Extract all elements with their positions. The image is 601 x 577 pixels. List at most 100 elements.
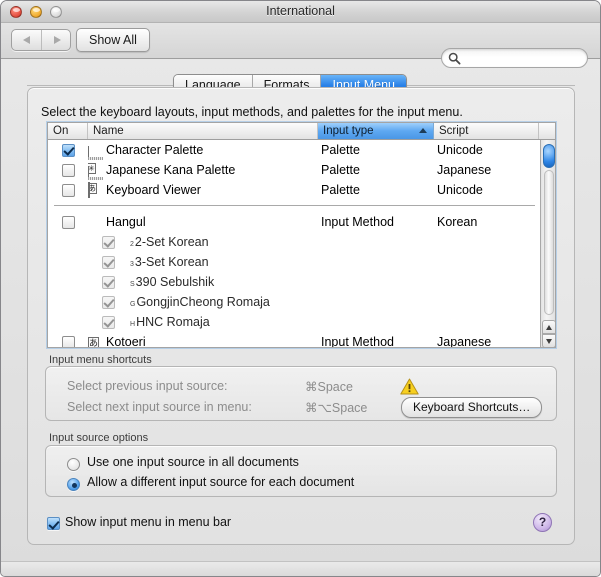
table-body: ✳ Character Palette Palette Unicode あ Ja… <box>48 140 541 348</box>
row-type-label: Palette <box>321 143 360 157</box>
select-next-source-shortcut: ⌘⌥Space <box>305 401 368 415</box>
input-sources-table: On Name Input type Script ✳ Character Pa… <box>47 122 556 348</box>
column-header-input-type[interactable]: Input type <box>318 123 434 139</box>
row-name-cell: H HNC Romaja <box>88 315 318 329</box>
row-sub-letter: 3 <box>130 261 134 268</box>
row-script-label: Korean <box>437 215 478 229</box>
row-name-label: Kotoeri <box>106 335 146 348</box>
row-name-cell: あ Kotoeri <box>88 335 318 348</box>
forward-button[interactable] <box>42 30 72 50</box>
table-header-row: On Name Input type Script <box>48 123 555 140</box>
taegeuk-sub-icon <box>117 235 129 249</box>
radio-allow-different-source-label[interactable]: Allow a different input source for each … <box>87 475 354 489</box>
row-name-cell: S 390 Sebulshik <box>88 275 318 289</box>
navigation-buttons <box>11 29 71 51</box>
row-name-cell: Hangul <box>88 215 318 229</box>
select-previous-source-shortcut: ⌘Space <box>305 380 353 394</box>
row-checkbox-cell[interactable] <box>48 215 88 229</box>
column-header-on[interactable]: On <box>48 123 88 139</box>
scroll-up-button[interactable] <box>542 320 555 334</box>
row-name-label: GongjinCheong Romaja <box>136 295 270 309</box>
window-title: International <box>266 4 335 18</box>
enable-checkbox[interactable] <box>61 163 75 177</box>
enable-checkbox[interactable] <box>102 295 115 309</box>
taegeuk-sub-icon <box>117 275 129 289</box>
keyboard-shortcuts-button[interactable]: Keyboard Shortcuts… <box>401 397 543 418</box>
input-source-options-group-box <box>45 445 557 497</box>
row-checkbox-cell[interactable] <box>48 335 88 347</box>
row-script-label: Unicode <box>437 143 483 157</box>
table-row[interactable]: ✳ Character Palette Palette Unicode <box>48 140 541 174</box>
show-input-menu-label[interactable]: Show input menu in menu bar <box>65 515 231 529</box>
row-type-label: Input Method <box>321 215 394 229</box>
enable-checkbox[interactable] <box>102 275 115 289</box>
search-field[interactable] <box>441 48 588 68</box>
table-row[interactable]: 3 3-Set Korean <box>48 252 541 272</box>
search-icon <box>448 52 461 65</box>
table-row[interactable]: あ Kotoeri Input Method Japanese <box>48 332 541 348</box>
row-sub-letter: 2 <box>130 241 134 248</box>
row-name-label: 390 Sebulshik <box>135 275 215 289</box>
enable-checkbox[interactable] <box>102 235 115 249</box>
row-script-label: Unicode <box>437 183 483 197</box>
scroll-down-button[interactable] <box>542 334 555 347</box>
scrollbar-track[interactable] <box>544 170 554 315</box>
enable-checkbox[interactable] <box>61 183 75 197</box>
table-row[interactable]: 2 2-Set Korean <box>48 232 541 252</box>
radio-use-one-source-label[interactable]: Use one input source in all documents <box>87 455 299 469</box>
enable-checkbox[interactable] <box>61 143 75 157</box>
enable-checkbox[interactable] <box>61 335 75 347</box>
kana-palette-icon: あ <box>88 163 103 194</box>
row-name-cell: 3 3-Set Korean <box>88 255 318 269</box>
toolbar: Show All <box>1 23 600 68</box>
shortcuts-group-label: Input menu shortcuts <box>49 354 152 366</box>
character-palette-icon: ✳ <box>88 143 103 174</box>
row-sub-letter: H <box>130 321 136 328</box>
row-name-label: Hangul <box>106 215 146 229</box>
table-row[interactable]: Keyboard Viewer Palette Unicode <box>48 180 541 200</box>
right-arrow-icon <box>54 36 61 44</box>
enable-checkbox[interactable] <box>102 255 115 269</box>
row-checkbox-cell[interactable] <box>48 183 88 197</box>
row-type-label: Palette <box>321 163 360 177</box>
show-all-button[interactable]: Show All <box>76 28 150 52</box>
row-script-label: Japanese <box>437 335 492 348</box>
scrollbar-thumb[interactable] <box>543 144 555 168</box>
search-input[interactable] <box>464 51 582 66</box>
input-source-options-group-label: Input source options <box>49 432 149 444</box>
table-vertical-scrollbar[interactable] <box>540 140 555 347</box>
instruction-text: Select the keyboard layouts, input metho… <box>41 105 463 119</box>
column-header-name[interactable]: Name <box>88 123 318 139</box>
column-header-spacer <box>539 123 555 139</box>
table-row[interactable]: Hangul Input Method Korean <box>48 212 541 232</box>
enable-checkbox[interactable] <box>61 215 75 229</box>
taegeuk-sub-icon <box>117 295 129 309</box>
table-row[interactable]: H HNC Romaja <box>48 312 541 332</box>
show-input-menu-checkbox[interactable] <box>47 517 60 530</box>
row-name-cell: G GongjinCheong Romaja <box>88 295 318 309</box>
row-name-label: Japanese Kana Palette <box>106 163 236 177</box>
radio-use-one-source[interactable] <box>67 458 80 471</box>
enable-checkbox[interactable] <box>102 315 115 329</box>
chevron-up-icon <box>546 325 552 330</box>
row-name-label: Keyboard Viewer <box>106 183 201 197</box>
select-previous-source-label: Select previous input source: <box>67 379 228 393</box>
table-row[interactable]: G GongjinCheong Romaja <box>48 292 541 312</box>
row-checkbox-cell[interactable] <box>48 163 88 177</box>
row-sub-letter: S <box>130 281 135 288</box>
row-checkbox-cell[interactable] <box>48 143 88 157</box>
keyboard-viewer-icon <box>88 182 103 198</box>
table-row[interactable]: あ Japanese Kana Palette Palette Japanese <box>48 160 541 194</box>
taegeuk-sub-icon <box>117 315 129 329</box>
taegeuk-sub-icon <box>117 255 129 269</box>
table-row[interactable]: S 390 Sebulshik <box>48 272 541 292</box>
radio-allow-different-source[interactable] <box>67 478 80 491</box>
row-name-label: HNC Romaja <box>136 315 210 329</box>
row-name-cell: 2 2-Set Korean <box>88 235 318 249</box>
column-header-script[interactable]: Script <box>434 123 539 139</box>
help-icon[interactable]: ? <box>533 513 552 532</box>
chevron-down-icon <box>546 339 552 344</box>
back-button[interactable] <box>12 30 42 50</box>
row-script-label: Japanese <box>437 163 492 177</box>
row-type-label: Palette <box>321 183 360 197</box>
